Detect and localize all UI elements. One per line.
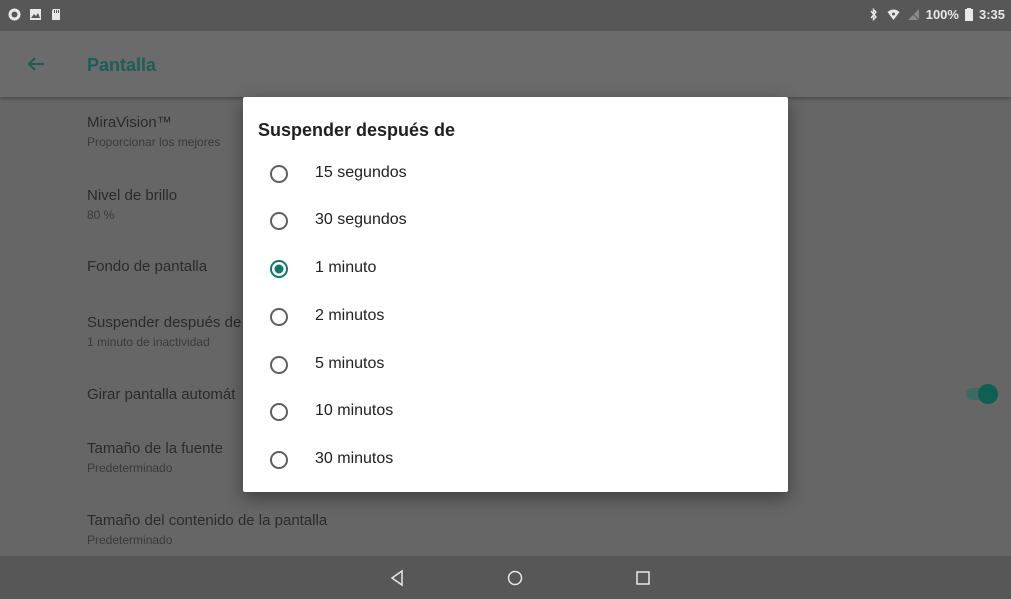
- setting-summary: Predeterminado: [87, 533, 173, 547]
- home-circle-icon[interactable]: [503, 566, 527, 590]
- arrow-back-icon[interactable]: [22, 50, 50, 78]
- option-10-minutes[interactable]: 10 minutos: [243, 389, 788, 436]
- navigation-bar: [0, 556, 1011, 599]
- option-label: 10 minutos: [315, 402, 394, 419]
- radio-unchecked-icon[interactable]: [269, 450, 289, 470]
- radio-unchecked-icon[interactable]: [269, 355, 289, 375]
- option-label: 2 minutos: [315, 307, 385, 324]
- radio-unchecked-icon[interactable]: [269, 164, 289, 184]
- status-right-icons: 100% 3:35: [867, 7, 1005, 22]
- back-triangle-icon[interactable]: [385, 566, 409, 590]
- option-15-seconds[interactable]: 15 segundos: [243, 151, 788, 198]
- no-sim-icon: [907, 8, 920, 21]
- status-bar: 100% 3:35: [0, 0, 1011, 31]
- dialog-title: Suspender después de: [258, 120, 456, 140]
- setting-title: Tamaño del contenido de la pantalla: [87, 512, 328, 529]
- radio-unchecked-icon[interactable]: [269, 211, 289, 231]
- option-label: 30 minutos: [315, 450, 394, 467]
- clock: 3:35: [978, 7, 1005, 22]
- sleep-dialog: Suspender después de 15 segundos 30 segu…: [243, 97, 788, 492]
- page-title: Pantalla: [87, 55, 157, 75]
- wifi-icon: [887, 9, 900, 20]
- recents-square-icon[interactable]: [631, 566, 655, 590]
- option-label: 1 minuto: [315, 259, 377, 276]
- toggle-thumb: [978, 384, 998, 404]
- option-label: 5 minutos: [315, 355, 385, 372]
- sd-card-icon: [52, 9, 60, 20]
- radio-checked-icon[interactable]: [269, 259, 289, 279]
- radio-unchecked-icon[interactable]: [269, 402, 289, 422]
- setting-display-size[interactable]: Tamaño del contenido de la pantalla Pred…: [87, 512, 987, 547]
- whatsapp-icon: [8, 8, 21, 21]
- app-bar: Pantalla: [0, 31, 1011, 97]
- option-2-minutes[interactable]: 2 minutos: [243, 294, 788, 341]
- status-left-icons: [8, 8, 63, 21]
- battery-percent: 100%: [925, 7, 959, 22]
- bluetooth-icon: [870, 8, 877, 21]
- battery-icon: [964, 8, 973, 21]
- image-icon: [30, 9, 41, 20]
- radio-unchecked-icon[interactable]: [269, 307, 289, 327]
- option-30-minutes[interactable]: 30 minutos: [243, 437, 788, 484]
- option-1-minute[interactable]: 1 minuto: [243, 246, 788, 293]
- option-label: 15 segundos: [315, 164, 407, 181]
- option-label: 30 segundos: [315, 211, 407, 228]
- option-5-minutes[interactable]: 5 minutos: [243, 342, 788, 389]
- auto-rotate-toggle[interactable]: [966, 384, 998, 404]
- option-30-seconds[interactable]: 30 segundos: [243, 198, 788, 245]
